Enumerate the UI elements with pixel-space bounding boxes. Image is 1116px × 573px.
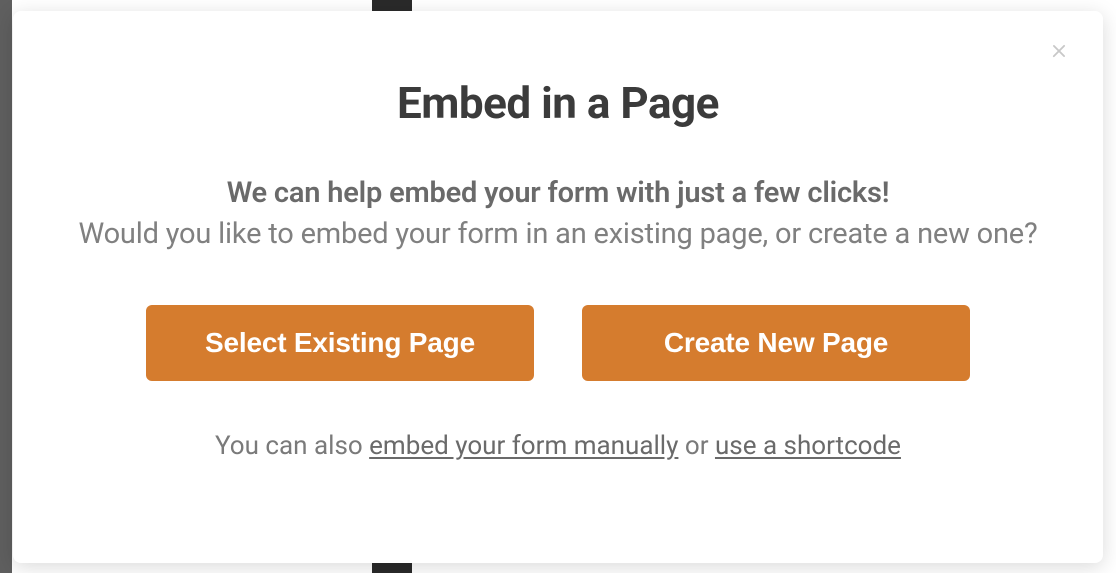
modal-title: Embed in a Page — [53, 77, 1063, 129]
embed-modal: Embed in a Page We can help embed your f… — [13, 11, 1103, 563]
select-existing-page-button[interactable]: Select Existing Page — [146, 305, 534, 381]
use-shortcode-link[interactable]: use a shortcode — [715, 431, 901, 461]
embed-manually-link[interactable]: embed your form manually — [369, 431, 678, 461]
helper-middle: or — [678, 431, 715, 461]
modal-subtext: Would you like to embed your form in an … — [53, 213, 1063, 255]
close-icon[interactable] — [1047, 39, 1071, 63]
create-new-page-button[interactable]: Create New Page — [582, 305, 970, 381]
modal-lead-text: We can help embed your form with just a … — [53, 173, 1063, 214]
button-row: Select Existing Page Create New Page — [53, 305, 1063, 381]
modal-overlay: Embed in a Page We can help embed your f… — [0, 0, 1116, 573]
helper-prefix: You can also — [215, 431, 369, 461]
helper-text: You can also embed your form manually or… — [53, 431, 1063, 461]
